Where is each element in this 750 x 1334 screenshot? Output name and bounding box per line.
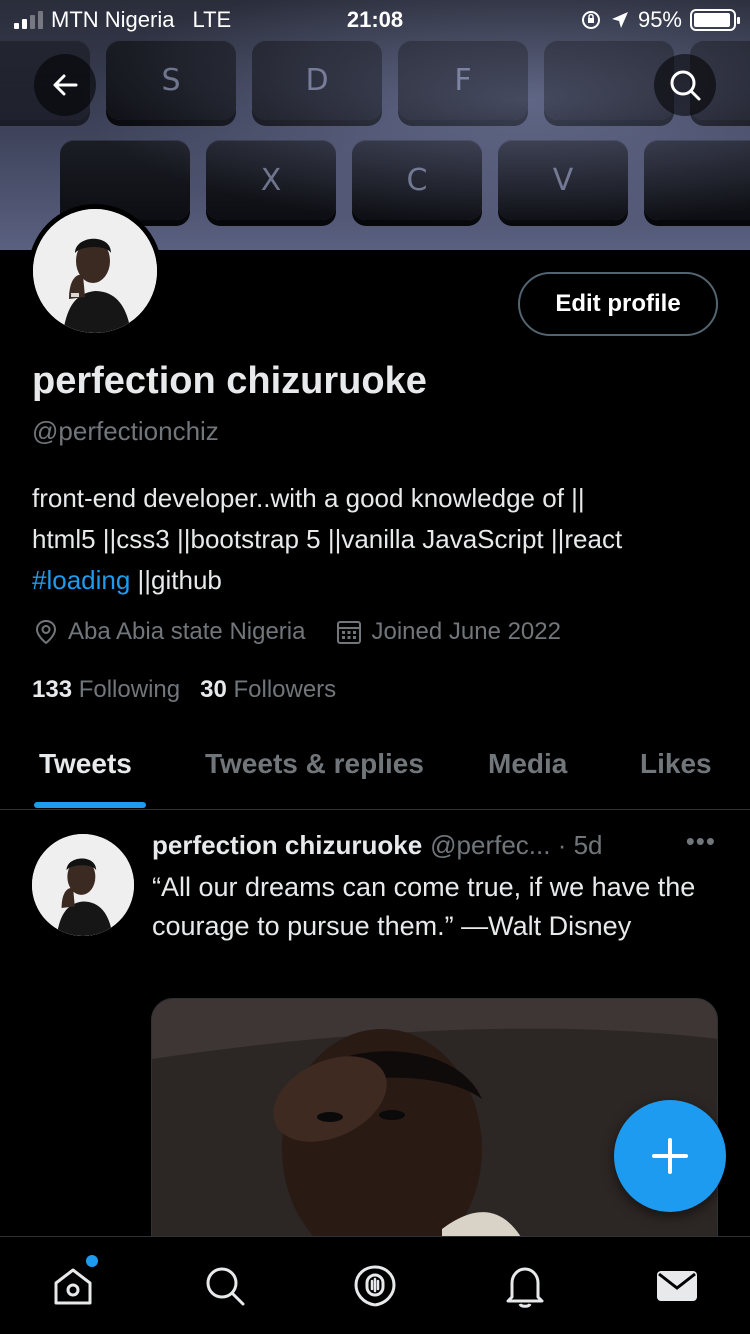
compose-tweet-button[interactable] xyxy=(614,1100,726,1212)
bio-text: ||github xyxy=(130,565,222,595)
location-pin-icon xyxy=(35,619,57,645)
active-tab-indicator xyxy=(34,802,146,808)
battery-icon xyxy=(690,9,740,31)
avatar-photo xyxy=(32,834,134,936)
profile-joined-date: Joined June 2022 xyxy=(371,618,561,645)
nav-search[interactable] xyxy=(200,1261,250,1311)
spaces-icon xyxy=(354,1265,396,1307)
followers-count: 30 xyxy=(200,676,227,703)
status-bar: MTN Nigeria LTE 21:08 95% xyxy=(0,0,750,40)
nav-spaces[interactable] xyxy=(350,1261,400,1311)
bio-line: #loading ||github xyxy=(32,560,722,601)
following-label: Following xyxy=(78,676,181,703)
signal-icon xyxy=(14,11,43,29)
bio-line: front-end developer..with a good knowled… xyxy=(32,483,585,513)
banner-key: C xyxy=(352,140,482,220)
home-icon xyxy=(54,1268,92,1305)
messages-icon xyxy=(657,1271,697,1301)
following-count: 133 xyxy=(32,676,73,703)
hashtag-link[interactable]: #loading xyxy=(32,565,130,595)
notifications-icon xyxy=(506,1267,544,1308)
banner-key: V xyxy=(498,140,628,220)
battery-percent: 95% xyxy=(637,7,682,32)
tweet-header: perfection chizuruoke @perfec... · 5d ••… xyxy=(152,826,722,861)
nav-messages[interactable] xyxy=(652,1261,702,1311)
back-button[interactable] xyxy=(34,54,96,116)
nav-home[interactable] xyxy=(48,1255,98,1311)
profile-name: perfection chizuruoke xyxy=(32,360,427,402)
search-button[interactable] xyxy=(654,54,716,116)
arrow-left-icon xyxy=(53,74,78,96)
tab-tweets-replies[interactable]: Tweets & replies xyxy=(205,748,424,780)
tweet-avatar[interactable] xyxy=(32,834,134,936)
carrier-name: MTN Nigeria xyxy=(51,7,175,32)
more-options-icon[interactable]: ••• xyxy=(686,826,716,857)
plus-icon xyxy=(652,1138,688,1174)
bio-line: html5 ||css3 ||bootstrap 5 ||vanilla Jav… xyxy=(32,524,623,554)
profile-meta: Aba Abia state Nigeria Joined June 2022 xyxy=(32,618,591,646)
profile-tabs: Tweets Tweets & replies Media Likes xyxy=(0,736,750,810)
banner-key: S xyxy=(106,40,236,120)
banner-key: F xyxy=(398,40,528,120)
following-link[interactable]: 133 Following xyxy=(32,676,180,704)
avatar-photo xyxy=(33,209,157,333)
tweet-handle-time: @perfec... · 5d xyxy=(430,830,603,860)
edit-profile-button[interactable]: Edit profile xyxy=(518,272,718,336)
orientation-lock-icon xyxy=(581,11,600,29)
tab-media[interactable]: Media xyxy=(488,748,567,780)
search-icon xyxy=(206,1267,245,1306)
profile-handle: @perfectionchiz xyxy=(32,416,219,446)
tweet-text: “All our dreams can come true, if we hav… xyxy=(152,872,696,941)
calendar-icon xyxy=(337,621,362,644)
profile-location: Aba Abia state Nigeria xyxy=(68,618,306,645)
tab-tweets[interactable]: Tweets xyxy=(39,748,132,780)
followers-link[interactable]: 30 Followers xyxy=(200,676,336,704)
unread-dot xyxy=(86,1255,98,1267)
bottom-navigation xyxy=(0,1236,750,1334)
location-arrow-icon xyxy=(611,12,628,28)
network-type: LTE xyxy=(192,7,232,32)
banner-key xyxy=(644,140,750,220)
banner-key: D xyxy=(252,40,382,120)
tweet-author-name[interactable]: perfection chizuruoke xyxy=(152,830,422,861)
profile-avatar[interactable] xyxy=(28,204,162,338)
nav-notifications[interactable] xyxy=(500,1261,550,1311)
follow-stats: 133 Following 30 Followers xyxy=(32,676,336,704)
followers-label: Followers xyxy=(233,676,337,703)
search-icon xyxy=(670,70,701,101)
banner-key: X xyxy=(206,140,336,220)
tab-likes[interactable]: Likes xyxy=(640,748,712,780)
profile-bio: front-end developer..with a good knowled… xyxy=(32,478,722,601)
